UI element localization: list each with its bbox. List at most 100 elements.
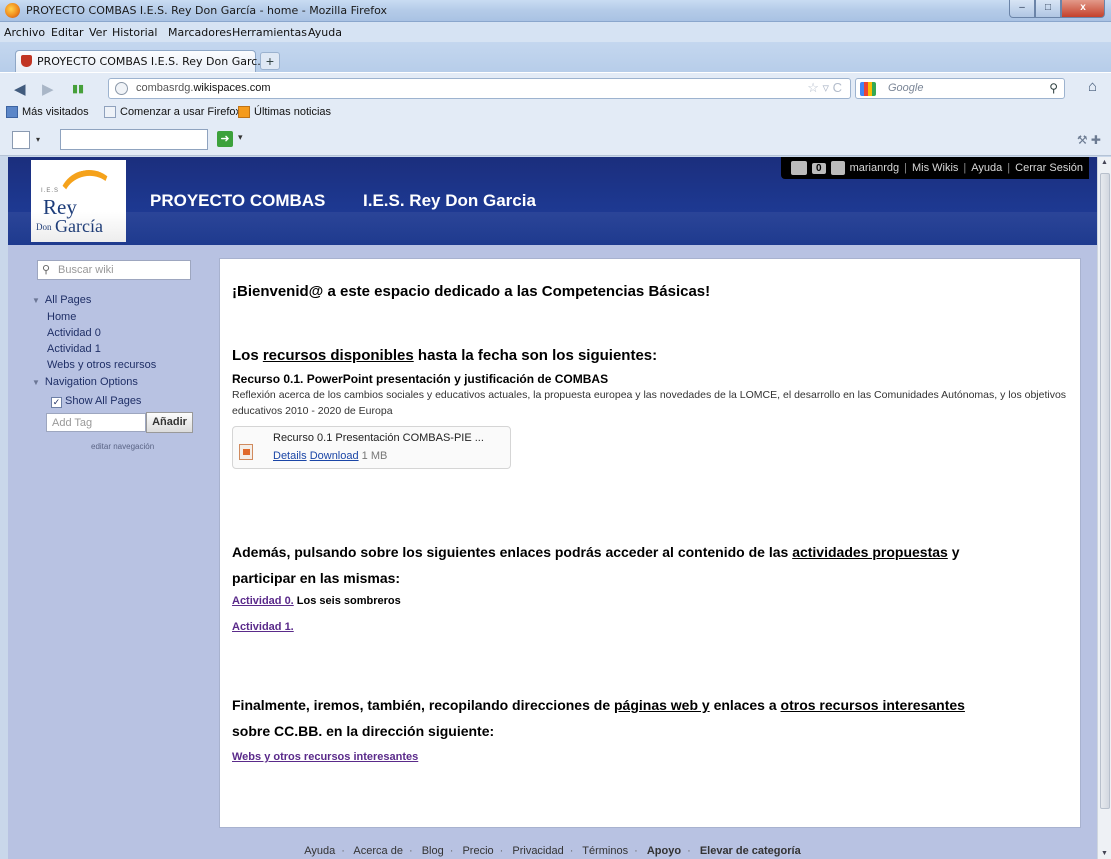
wiki-sidebar: ⚲ Buscar wiki ▼ All Pages Home Actividad … — [8, 245, 213, 859]
addon-dropdown-icon[interactable]: ▾ — [36, 135, 40, 144]
all-pages-toggle[interactable]: ▼ All Pages — [32, 294, 91, 306]
file-name: Recurso 0.1 Presentación COMBAS-PIE ... — [273, 432, 484, 444]
footer-ayuda[interactable]: Ayuda — [304, 845, 335, 857]
username-link[interactable]: marianrdg — [850, 162, 900, 174]
edit-navigation-link[interactable]: editar navegación — [91, 442, 154, 451]
signal-icon[interactable]: ▮▮ — [72, 82, 84, 95]
sidebar-item-actividad-1[interactable]: Actividad 1 — [47, 343, 101, 355]
cerrar-sesion-link[interactable]: Cerrar Sesión — [1015, 162, 1083, 174]
addon-button[interactable] — [12, 131, 30, 149]
file-attachment: Recurso 0.1 Presentación COMBAS-PIE ... … — [232, 426, 511, 469]
web-page: I.E.S Rey Don García PROYECTO COMBAS I.E… — [8, 157, 1097, 859]
home-icon[interactable]: ⌂ — [1088, 78, 1097, 95]
file-links: Details Download 1 MB — [273, 450, 387, 462]
close-button[interactable]: x — [1061, 0, 1105, 18]
sidebar-item-webs[interactable]: Webs y otros recursos — [47, 359, 156, 371]
menu-historial[interactable]: Historial — [112, 26, 157, 39]
bookmark-comenzar[interactable]: Comenzar a usar Firefox — [104, 106, 241, 118]
download-link[interactable]: Download — [310, 450, 359, 462]
logo-garcia-text: García — [55, 216, 103, 236]
tab-active[interactable]: PROYECTO COMBAS I.E.S. Rey Don Garc... — [15, 50, 268, 72]
scroll-down-icon[interactable]: ▼ — [1101, 850, 1108, 857]
notification-count[interactable]: 0 — [812, 162, 826, 174]
sidebar-item-home[interactable]: Home — [47, 311, 76, 323]
footer-privacidad[interactable]: Privacidad — [512, 845, 563, 857]
footer-precio[interactable]: Precio — [462, 845, 493, 857]
new-tab-button[interactable]: + — [260, 52, 280, 70]
add-tag-button[interactable]: Añadir — [146, 412, 193, 433]
wrench-icon[interactable]: ⚒ ✚ — [1077, 133, 1101, 147]
main-content: ¡Bienvenid@ a este espacio dedicado a la… — [219, 258, 1081, 828]
minimize-button[interactable]: – — [1009, 0, 1035, 18]
wiki-search-placeholder: Buscar wiki — [58, 264, 114, 276]
activities-heading-line1: Además, pulsando sobre los siguientes en… — [232, 544, 960, 560]
footer-dot: · — [687, 845, 691, 857]
add-tag-input[interactable]: Add Tag — [46, 413, 146, 432]
menu-herramientas[interactable]: Herramientas — [232, 26, 307, 39]
firefox-icon — [5, 3, 20, 18]
page-icon — [104, 106, 116, 118]
wiki-search-input[interactable]: ⚲ Buscar wiki — [37, 260, 191, 280]
mis-wikis-link[interactable]: Mis Wikis — [912, 162, 958, 174]
addon-go-icon[interactable]: ➜ — [217, 131, 233, 147]
site-header: I.E.S Rey Don García PROYECTO COMBAS I.E… — [8, 157, 1097, 245]
addon-input[interactable] — [60, 129, 208, 150]
menu-ayuda[interactable]: Ayuda — [308, 26, 342, 39]
paginas-web-link[interactable]: páginas web y — [614, 697, 710, 713]
bookmark-star-icon[interactable]: ☆ ▿ C — [807, 80, 842, 96]
window-title: PROYECTO COMBAS I.E.S. Rey Don García - … — [26, 4, 387, 17]
scrollbar-thumb[interactable] — [1100, 173, 1110, 809]
show-all-pages-checkbox[interactable]: ✓ Show All Pages — [51, 395, 141, 408]
collapse-triangle-icon: ▼ — [32, 296, 40, 305]
webs-recursos-link[interactable]: Webs y otros recursos interesantes — [232, 751, 418, 763]
bookmark-mas-visitados[interactable]: Más visitados — [6, 106, 89, 118]
footer-apoyo[interactable]: Apoyo — [647, 845, 681, 857]
footer-acerca[interactable]: Acerca de — [353, 845, 403, 857]
actividad-1-row: Actividad 1. — [232, 619, 294, 633]
powerpoint-file-icon — [239, 444, 253, 460]
webs-row: Webs y otros recursos interesantes — [232, 749, 418, 763]
school-logo[interactable]: I.E.S Rey Don García — [31, 160, 126, 242]
back-arrow-icon[interactable]: ◀ — [14, 80, 26, 98]
url-text: combasrdg.wikispaces.com — [136, 82, 271, 94]
menu-marcadores[interactable]: Marcadores — [168, 26, 232, 39]
site-title[interactable]: PROYECTO COMBAS — [150, 191, 325, 211]
maximize-button[interactable]: □ — [1035, 0, 1061, 18]
search-icon[interactable]: ⚲ — [1049, 81, 1058, 95]
window-controls: – □ x — [1009, 0, 1105, 18]
resource-title: Recurso 0.1. PowerPoint presentación y j… — [232, 372, 609, 386]
site-footer: Ayuda · Acerca de · Blog · Precio · Privacid… — [8, 845, 1097, 857]
footer-blog[interactable]: Blog — [422, 845, 444, 857]
scroll-up-icon[interactable]: ▲ — [1101, 159, 1108, 166]
actividad-0-row: Actividad 0. Los seis sombreros — [232, 595, 401, 607]
footer-elevar[interactable]: Elevar de categoría — [700, 845, 801, 857]
resources-heading: Los recursos disponibles hasta la fecha … — [232, 347, 658, 364]
footer-terminos[interactable]: Términos — [582, 845, 628, 857]
user-avatar-icon[interactable] — [830, 161, 845, 175]
footer-dot: · — [408, 845, 413, 857]
actividades-propuestas-link[interactable]: actividades propuestas — [792, 544, 948, 560]
actividad-1-link[interactable]: Actividad 1. — [232, 621, 294, 633]
navigation-options-toggle[interactable]: ▼ Navigation Options — [32, 376, 138, 388]
otros-recursos-link[interactable]: otros recursos interesantes — [781, 697, 965, 713]
forward-arrow-icon[interactable]: ▶ — [42, 80, 54, 98]
user-bar: 0 marianrdg | Mis Wikis | Ayuda | Cerrar… — [781, 157, 1089, 179]
most-visited-icon — [6, 106, 18, 118]
menu-editar[interactable]: Editar — [51, 26, 84, 39]
addon-go-dropdown-icon[interactable]: ▾ — [238, 132, 243, 143]
final-heading-line1: Finalmente, iremos, también, recopilando… — [232, 697, 965, 713]
details-link[interactable]: Details — [273, 450, 307, 462]
url-bar[interactable]: combasrdg.wikispaces.com ☆ ▿ C — [108, 78, 851, 99]
actividad-0-link[interactable]: Actividad 0. — [232, 595, 294, 607]
bookmark-ultimas-noticias[interactable]: Últimas noticias — [238, 106, 331, 118]
menu-ver[interactable]: Ver — [89, 26, 107, 39]
rss-icon — [238, 106, 250, 118]
vertical-scrollbar[interactable]: ▲ ▼ — [1097, 157, 1111, 859]
sidebar-item-actividad-0[interactable]: Actividad 0 — [47, 327, 101, 339]
recursos-disponibles-link[interactable]: recursos disponibles — [263, 347, 414, 364]
ayuda-link[interactable]: Ayuda — [971, 162, 1002, 174]
menu-archivo[interactable]: Archivo — [4, 26, 45, 39]
search-bar[interactable]: Google ⚲ — [855, 78, 1065, 99]
wiki-icon[interactable] — [791, 161, 808, 175]
logo-ies-text: I.E.S — [41, 188, 60, 194]
